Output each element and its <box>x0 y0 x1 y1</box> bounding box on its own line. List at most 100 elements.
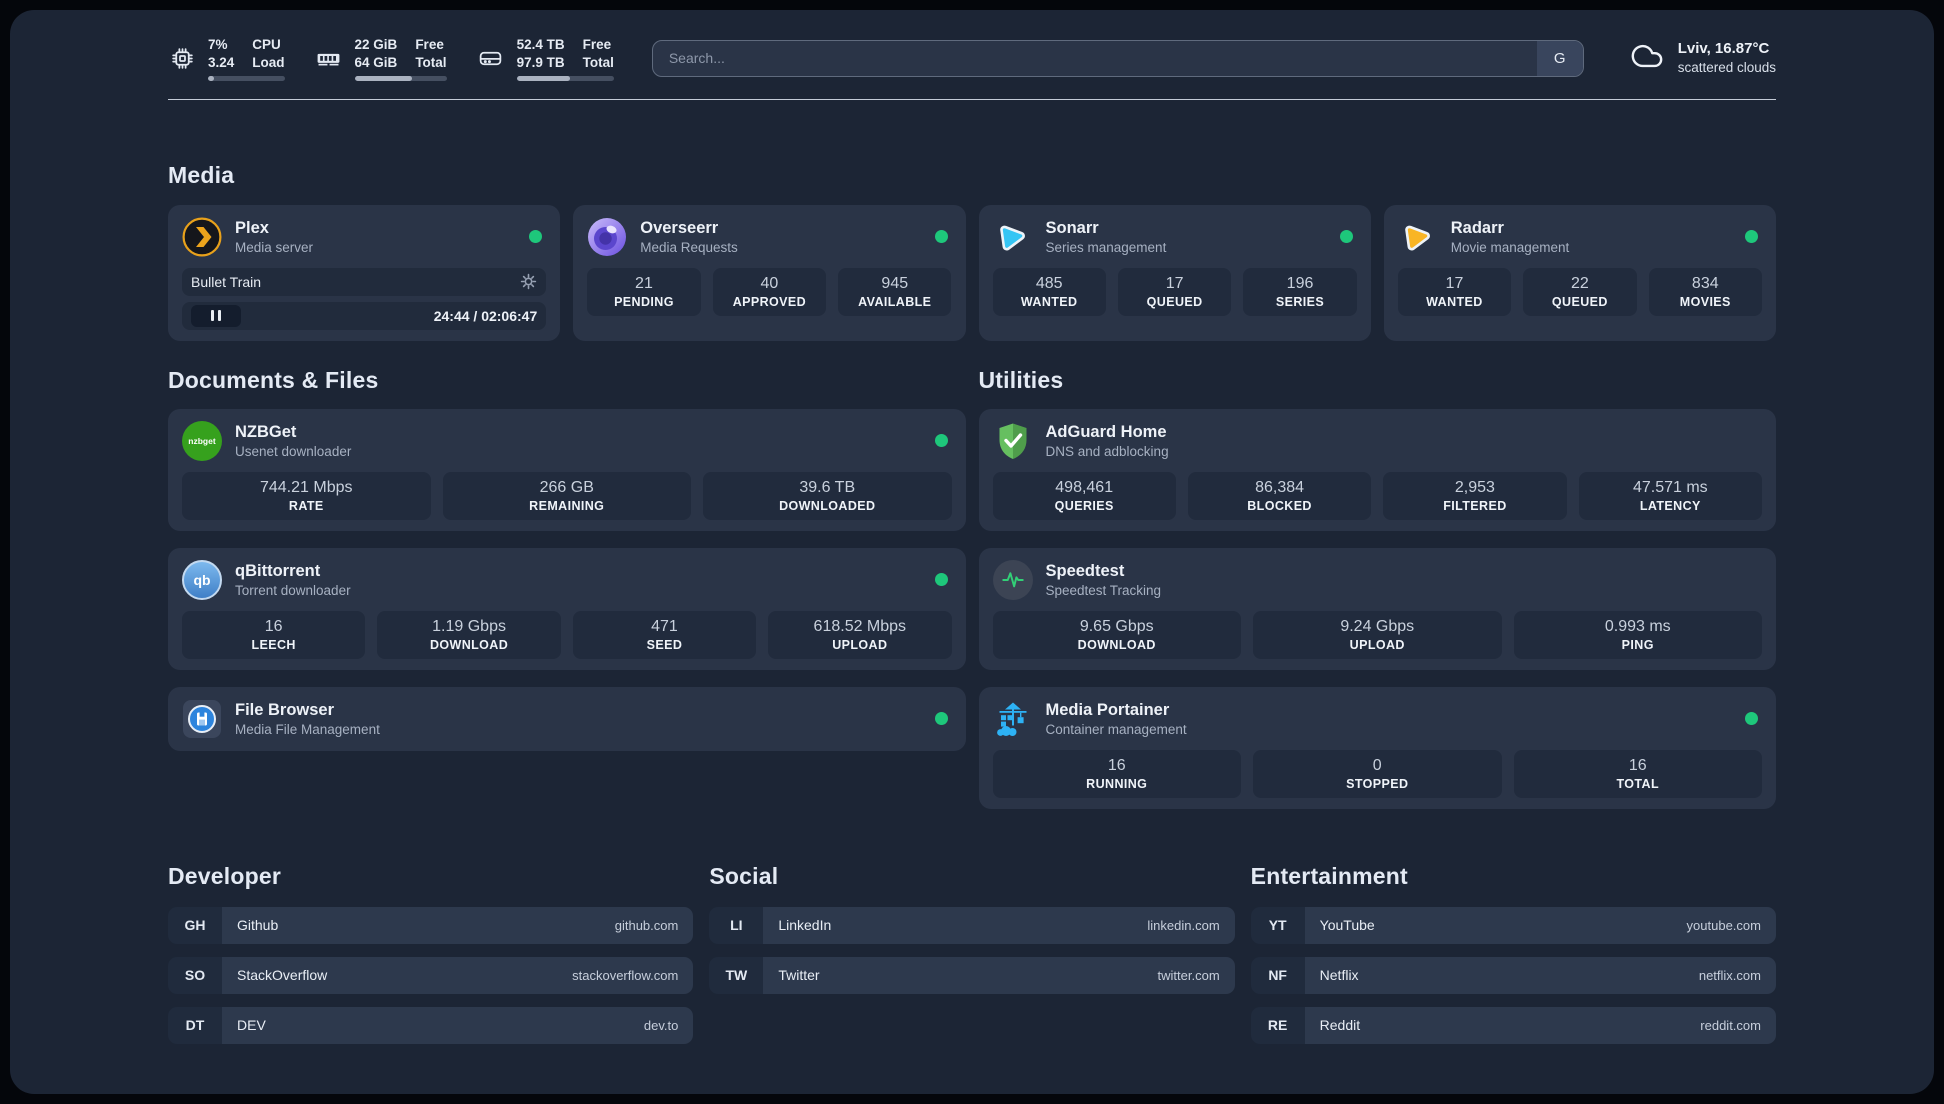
stat-label: TOTAL <box>1616 776 1659 791</box>
link-name: Netflix <box>1319 967 1359 984</box>
cpu-progress-bar <box>208 76 285 81</box>
stat-tile: 196 SERIES <box>1243 267 1357 316</box>
settings-gear-icon[interactable] <box>520 273 537 290</box>
search-input[interactable] <box>652 40 1537 76</box>
dashboard-panel: 7% 3.24 CPU Load 22 GiB 64 GiB Free Tota… <box>10 10 1934 1094</box>
service-card-media-portainer[interactable]: Media Portainer Container management 16 RUN… <box>978 686 1776 809</box>
stat-tile: 47.571 ms LATENCY <box>1578 471 1762 520</box>
stat-tile: 21 PENDING <box>587 267 701 316</box>
speedtest-icon <box>992 559 1033 600</box>
stat-tile: 22 QUEUED <box>1523 267 1637 316</box>
service-description: DNS and adblocking <box>1045 443 1169 459</box>
stat-value: 40 <box>760 274 779 292</box>
search-engine-button[interactable]: G <box>1536 40 1583 76</box>
stat-value: 9.65 Gbps <box>1079 617 1154 635</box>
stat-label: FILTERED <box>1443 498 1507 513</box>
service-card-nzbget[interactable]: nzbget NZBGet Usenet downloader 744.21 Mbps… <box>168 408 966 531</box>
service-card-speedtest[interactable]: Speedtest Speedtest Tracking 9.65 Gbps DOWN… <box>978 547 1776 670</box>
link-group-social: Social LI LinkedIn linkedin.com TW Twitter twi… <box>709 863 1235 1057</box>
section-title: Developer <box>168 862 282 889</box>
memory-labels: Free Total <box>415 37 447 70</box>
system-stat-cpu: 7% 3.24 CPU Load <box>168 36 285 81</box>
ram-icon <box>315 44 343 72</box>
stat-label: DOWNLOAD <box>429 637 509 652</box>
status-online-dot <box>1745 712 1758 726</box>
service-card-qbittorrent[interactable]: qb qBittorrent Torrent downloader 16 LEECH 1.… <box>168 547 966 670</box>
stat-tile: 834 MOVIES <box>1648 267 1762 316</box>
header-divider <box>168 98 1776 100</box>
stat-tile: 0 STOPPED <box>1253 749 1502 798</box>
portainer-icon <box>993 699 1033 739</box>
cpu-labels: CPU Load <box>252 37 285 70</box>
stat-value: 1.19 Gbps <box>432 617 506 635</box>
stat-label: MOVIES <box>1679 294 1731 309</box>
radarr-icon <box>1398 217 1438 257</box>
link-netflix[interactable]: NF Netflix netflix.com <box>1250 956 1776 994</box>
service-name: File Browser <box>235 700 335 719</box>
link-youtube[interactable]: YT YouTube youtube.com <box>1250 906 1776 944</box>
service-card-file-browser[interactable]: File Browser Media File Management <box>168 686 966 751</box>
stat-tile: 40 APPROVED <box>712 267 827 316</box>
service-card-plex[interactable]: Plex Media server Bullet Train 24:44 / 02:0… <box>168 204 561 341</box>
service-description: Torrent downloader <box>235 582 351 598</box>
stat-label: PING <box>1621 637 1654 652</box>
link-abbr: YT <box>1250 906 1305 944</box>
stat-label: PENDING <box>614 294 674 309</box>
link-abbr: RE <box>1250 1006 1305 1044</box>
link-dev[interactable]: DT DEV dev.to <box>168 1006 694 1044</box>
link-abbr: TW <box>709 956 764 994</box>
stat-tiles: 9.65 Gbps DOWNLOAD 9.24 Gbps UPLOAD 0.993 ms… <box>992 610 1762 659</box>
memory-progress-bar <box>354 76 447 81</box>
link-abbr: NF <box>1250 956 1305 994</box>
service-card-radarr[interactable]: Radarr Movie management 17 WANTED 22 QUEUED 83… <box>1383 204 1776 341</box>
service-card-sonarr[interactable]: Sonarr Series management 485 WANTED 17 QUEUED… <box>978 204 1371 341</box>
status-online-dot <box>934 712 948 726</box>
section-documents-files: Documents & Files nzbget NZBGet Usenet down… <box>168 367 966 751</box>
section-title: Documents & Files <box>168 366 379 393</box>
stat-tile: 9.24 Gbps UPLOAD <box>1253 610 1502 659</box>
stat-tile: 498,461 QUERIES <box>992 471 1176 520</box>
stat-tile: 17 WANTED <box>1397 267 1512 316</box>
qbittorrent-icon: qb <box>182 559 222 600</box>
status-online-dot <box>934 573 948 587</box>
stat-tiles: 744.21 Mbps RATE 266 GB REMAINING 39.6 TB DOW… <box>182 471 952 520</box>
stat-label: UPLOAD <box>1349 637 1405 652</box>
section-title: Utilities <box>978 366 1064 393</box>
stat-tile: 9.65 Gbps DOWNLOAD <box>992 610 1241 659</box>
disk-icon <box>477 44 505 72</box>
stat-tiles: 485 WANTED 17 QUEUED 196 SERIES <box>992 267 1357 316</box>
link-reddit[interactable]: RE Reddit reddit.com <box>1250 1006 1776 1044</box>
pause-button[interactable] <box>191 304 241 327</box>
stat-tile: 86,384 BLOCKED <box>1187 471 1372 520</box>
stat-value: 9.24 Gbps <box>1340 617 1415 635</box>
stat-label: WANTED <box>1426 294 1483 309</box>
stat-tiles: 21 PENDING 40 APPROVED 945 AVAILABLE <box>587 267 952 316</box>
link-abbr: LI <box>709 906 764 944</box>
stat-tile: 16 RUNNING <box>992 749 1241 798</box>
service-card-adguard-home[interactable]: AdGuard Home DNS and adblocking 498,461 QUE… <box>978 408 1776 531</box>
link-sections: Developer GH Github github.com SO StackOverfl… <box>168 863 1776 1057</box>
stat-value: 86,384 <box>1255 478 1305 496</box>
now-playing-widget: Bullet Train 24:44 / 02:06:47 <box>182 267 547 330</box>
section-title: Entertainment <box>1250 862 1408 889</box>
link-group-entertainment: Entertainment YT YouTube youtube.com NF Netfl… <box>1250 862 1776 1057</box>
service-name: Media Portainer <box>1045 700 1170 719</box>
link-url: youtube.com <box>1686 917 1761 933</box>
stat-tile: 0.993 ms PING <box>1513 610 1762 659</box>
stat-value: 266 GB <box>539 478 594 496</box>
service-name: NZBGet <box>235 422 297 441</box>
link-twitter[interactable]: TW Twitter twitter.com <box>709 956 1235 994</box>
link-stackoverflow[interactable]: SO StackOverflow stackoverflow.com <box>168 956 694 994</box>
stat-tiles: 16 RUNNING 0 STOPPED 16 TOTAL <box>992 749 1762 798</box>
stat-label: DOWNLOADED <box>779 498 876 513</box>
link-github[interactable]: GH Github github.com <box>168 906 694 944</box>
stat-value: 618.52 Mbps <box>813 617 907 635</box>
stat-tile: 266 GB REMAINING <box>442 471 691 520</box>
link-linkedin[interactable]: LI LinkedIn linkedin.com <box>709 906 1235 944</box>
search-bar[interactable]: G <box>651 39 1584 77</box>
adguard-icon <box>993 421 1033 461</box>
service-card-overseerr[interactable]: Overseerr Media Requests 21 PENDING 40 APPROV… <box>573 204 966 341</box>
link-name: DEV <box>237 1017 266 1034</box>
cloud-icon <box>1628 39 1666 78</box>
stat-tile: 485 WANTED <box>992 267 1106 316</box>
